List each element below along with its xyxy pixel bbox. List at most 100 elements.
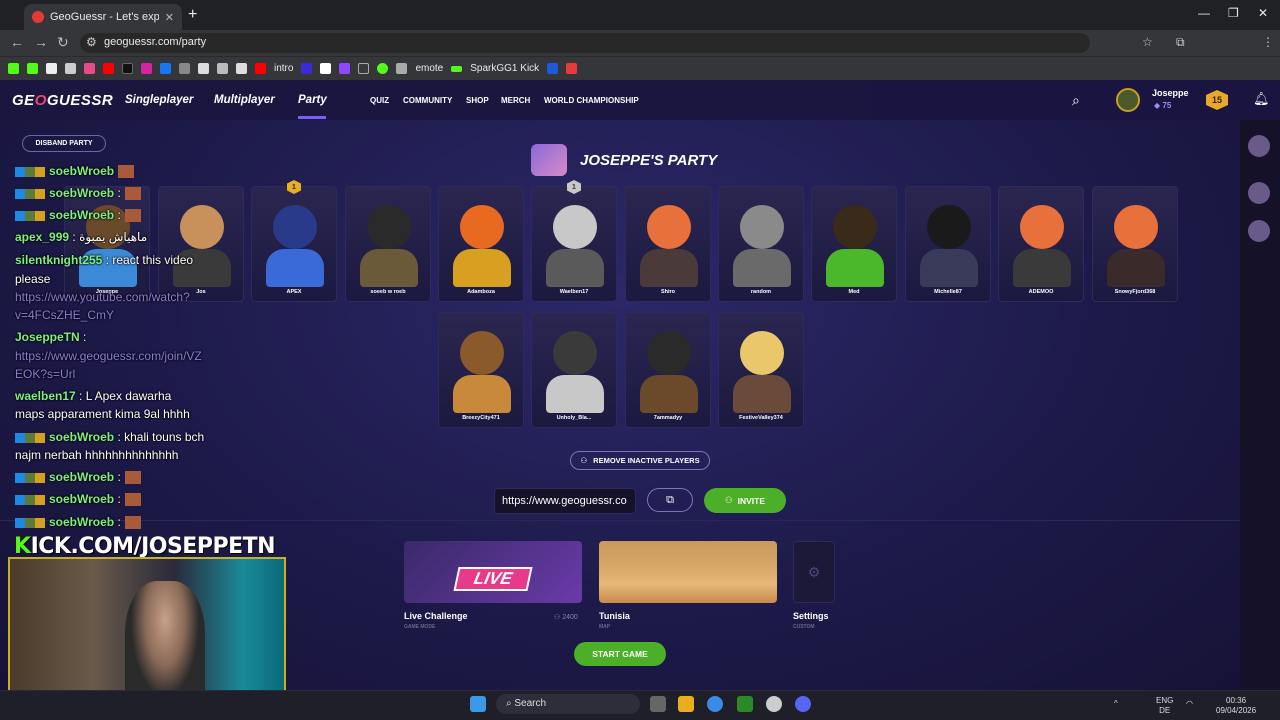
tab-close-icon[interactable]: ✕ <box>165 11 174 24</box>
bookmark-icon[interactable] <box>339 63 351 74</box>
instagram-icon[interactable] <box>141 63 152 74</box>
bookmark-sparkgg1-kick[interactable]: SparkGG1 Kick <box>470 63 539 74</box>
start-game-button[interactable]: START GAME <box>574 642 666 666</box>
player-card[interactable]: Unholy_Bla... <box>531 312 617 428</box>
wifi-icon[interactable]: ◠ <box>1186 699 1193 709</box>
bookmark-icon[interactable] <box>84 63 95 74</box>
extensions-icon[interactable]: ⧉ <box>1176 35 1185 50</box>
nav-merch[interactable]: MERCH <box>501 96 530 105</box>
back-arrow-icon[interactable]: ← <box>10 34 24 50</box>
invite-link-field[interactable]: https://www.geoguessr.co <box>494 488 636 514</box>
player-card[interactable]: APEX <box>251 186 337 302</box>
task-view-icon[interactable] <box>650 696 666 712</box>
player-card[interactable]: ADEMOO <box>998 186 1084 302</box>
player-card[interactable]: Joseppe <box>64 186 150 302</box>
player-card[interactable]: Shiro <box>625 186 711 302</box>
player-card[interactable]: BreezyCity471 <box>438 312 524 428</box>
player-card[interactable]: Michelle87 <box>905 186 991 302</box>
bookmark-icon[interactable] <box>198 63 209 74</box>
player-card[interactable]: Waelben17 <box>531 186 617 302</box>
notification-bell-icon[interactable]: 🔔︎ <box>1253 91 1270 107</box>
player-card[interactable]: Adamboza <box>438 186 524 302</box>
invite-button[interactable]: ⚇ INVITE <box>704 488 786 513</box>
copy-link-button[interactable]: ⧉ <box>647 488 693 512</box>
nav-quiz[interactable]: QUIZ <box>370 96 389 105</box>
nav-community[interactable]: COMMUNITY <box>403 96 452 105</box>
youtube-icon[interactable] <box>103 63 114 74</box>
bookmark-icon[interactable] <box>396 63 408 74</box>
taskbar-search[interactable]: ⌕ Search <box>496 694 640 714</box>
minimize-button[interactable]: — <box>1198 6 1210 20</box>
maximize-button[interactable]: ❐ <box>1228 6 1239 20</box>
player-card[interactable]: soeeb w roeb <box>345 186 431 302</box>
nav-multiplayer[interactable]: Multiplayer <box>214 94 275 106</box>
kick-bookmark-icon[interactable] <box>451 65 463 72</box>
kick-bookmark-icon[interactable] <box>8 63 19 74</box>
chat-link[interactable]: https://www.youtube.com/watch? <box>15 290 190 304</box>
bookmark-icon[interactable] <box>566 63 578 74</box>
player-card[interactable]: Jos <box>158 186 244 302</box>
bookmark-icon[interactable] <box>547 63 559 74</box>
chat-link[interactable]: v=4FCsZHE_CmY <box>15 308 114 322</box>
facebook-icon[interactable] <box>160 63 171 74</box>
file-explorer-icon[interactable] <box>678 696 694 712</box>
new-tab-button[interactable]: + <box>188 6 197 24</box>
geoguessr-logo[interactable]: GEOGUESSR <box>12 92 113 109</box>
remove-inactive-players-button[interactable]: ⚇ REMOVE INACTIVE PLAYERS <box>570 451 710 470</box>
players-icon: ⚇ <box>554 614 563 621</box>
player-card[interactable]: SnowyFjord368 <box>1092 186 1178 302</box>
bookmark-emote[interactable]: emote <box>415 63 443 74</box>
friend-avatar[interactable] <box>1248 182 1270 204</box>
bookmark-star-icon[interactable]: ☆ <box>1142 35 1153 49</box>
bookmark-icon[interactable] <box>27 63 38 74</box>
bookmark-icon[interactable] <box>217 63 228 74</box>
close-window-button[interactable]: ✕ <box>1258 6 1268 20</box>
map-card[interactable] <box>599 541 777 603</box>
windows-start-icon[interactable] <box>470 696 486 712</box>
browser-tab[interactable]: GeoGuessr - Let's explore the w ✕ <box>24 4 182 30</box>
clock[interactable]: 00:36 09/04/2026 <box>1216 696 1256 716</box>
language-indicator[interactable]: ENG DE <box>1156 696 1173 716</box>
site-info-icon[interactable]: ⚙ <box>86 35 97 49</box>
nav-party[interactable]: Party <box>298 94 327 106</box>
patreon-icon[interactable] <box>320 63 332 74</box>
player-card[interactable]: FestiveValley374 <box>718 312 804 428</box>
chat-link[interactable]: https://www.geoguessr.com/join/VZ <box>15 349 202 363</box>
search-icon[interactable]: ⌕ <box>1072 92 1080 109</box>
player-card[interactable]: random <box>718 186 804 302</box>
friend-avatar[interactable] <box>1248 220 1270 242</box>
nav-singleplayer[interactable]: Singleplayer <box>125 94 193 106</box>
nav-shop[interactable]: SHOP <box>466 96 489 105</box>
chrome-icon[interactable] <box>707 696 723 712</box>
settings-card[interactable]: ⚙ <box>793 541 835 603</box>
tray-chevron-icon[interactable]: ^ <box>1114 699 1118 709</box>
browser-menu-icon[interactable]: ⋮ <box>1262 35 1274 49</box>
download-icon[interactable] <box>65 63 76 74</box>
chat-link[interactable]: EOK?s=Url <box>15 367 75 381</box>
forward-arrow-icon[interactable]: → <box>34 34 48 50</box>
nav-world-championship[interactable]: WORLD CHAMPIONSHIP <box>544 96 639 105</box>
game-mode-card[interactable]: LIVE <box>404 541 582 603</box>
bookmark-intro[interactable]: intro <box>274 63 293 74</box>
player-card[interactable]: Med <box>811 186 897 302</box>
player-avatar-body <box>733 249 791 287</box>
discord-icon[interactable] <box>795 696 811 712</box>
bookmark-icon[interactable] <box>236 63 247 74</box>
player-card[interactable]: 7ammadyy <box>625 312 711 428</box>
reload-icon[interactable]: ↻ <box>57 34 69 51</box>
tiktok-icon[interactable] <box>122 63 133 74</box>
youtube-icon[interactable] <box>255 63 266 74</box>
app-icon[interactable] <box>766 696 782 712</box>
friend-avatar[interactable] <box>1248 135 1270 157</box>
bookmark-icon[interactable] <box>358 63 370 74</box>
bookmark-icon[interactable] <box>301 63 313 74</box>
profile-name[interactable]: Joseppe <box>1152 88 1189 98</box>
bookmark-icon[interactable] <box>179 63 190 74</box>
xbox-icon[interactable] <box>737 696 753 712</box>
url-field[interactable]: geoguessr.com/party <box>80 33 1090 53</box>
disband-party-button[interactable]: DISBAND PARTY <box>22 135 106 152</box>
bookmark-icon[interactable] <box>46 63 57 74</box>
bookmark-icon[interactable] <box>377 63 389 74</box>
avatar[interactable] <box>1116 88 1140 112</box>
player-avatar-body <box>733 375 791 413</box>
